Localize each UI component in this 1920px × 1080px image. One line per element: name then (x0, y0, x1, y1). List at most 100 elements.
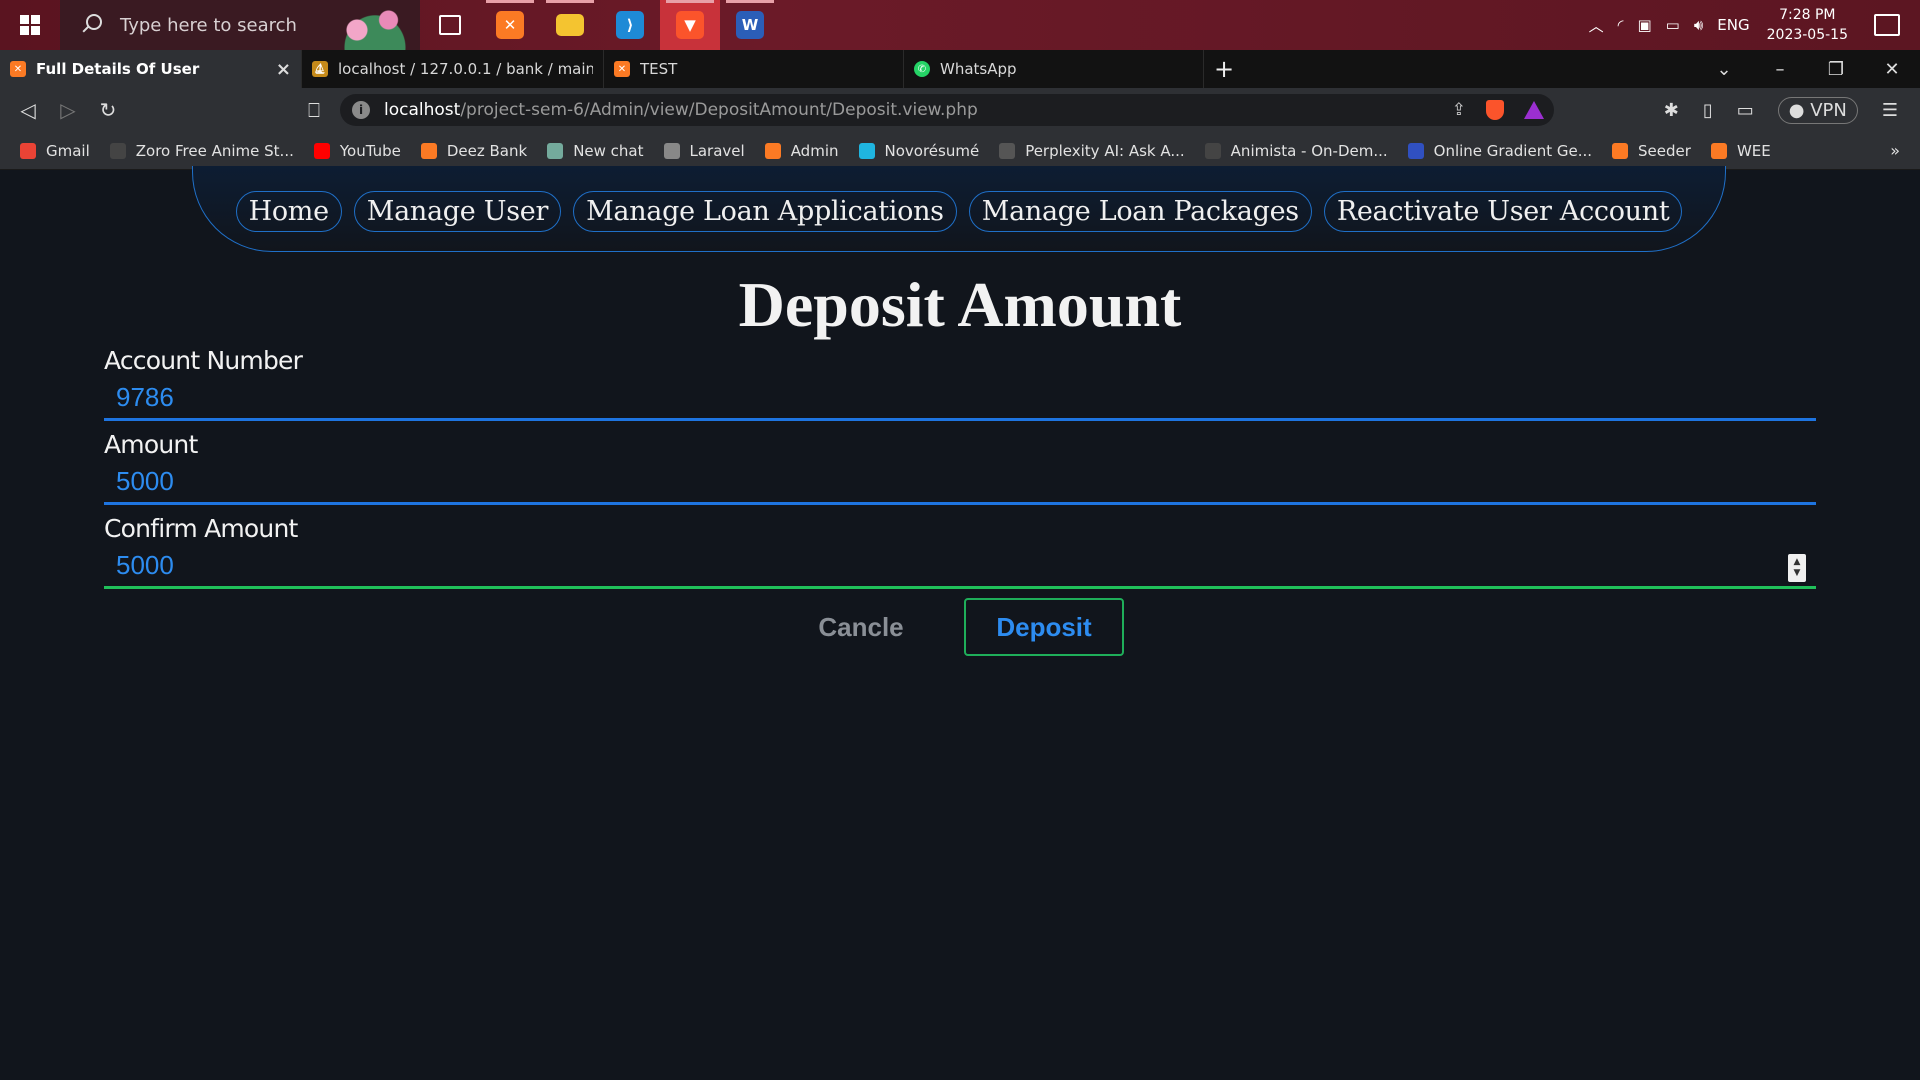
amount-label: Amount (104, 430, 198, 459)
forward-icon[interactable]: ▷ (48, 98, 88, 122)
tab-whatsapp[interactable]: ✆ WhatsApp (904, 50, 1204, 88)
close-icon[interactable]: × (276, 59, 291, 80)
tab-phpmyadmin[interactable]: ⛵︎ localhost / 127.0.0.1 / bank / main |… (302, 50, 604, 88)
whatsapp-icon: ✆ (914, 61, 930, 77)
bookmark-label: Seeder (1638, 141, 1691, 160)
search-icon (80, 14, 102, 36)
bookmark-item[interactable]: YouTube (313, 141, 401, 160)
back-icon[interactable]: ◁ (8, 98, 48, 122)
bookmark-item[interactable]: Animista - On-Dem... (1204, 141, 1388, 160)
bookmark-label: Admin (790, 141, 839, 160)
word-icon: W (736, 11, 764, 39)
amount-input[interactable] (104, 461, 1816, 505)
openai-icon (547, 142, 564, 159)
vpn-button[interactable]: ● VPN (1777, 96, 1858, 124)
page-content: Home Manage User Manage Loan Application… (0, 166, 1920, 1080)
nav-manage-loan-applications[interactable]: Manage Loan Applications (573, 191, 957, 232)
zoro-icon (109, 142, 126, 159)
bookmark-item[interactable]: Deez Bank (420, 141, 528, 160)
page-title: Deposit Amount (738, 269, 1182, 340)
volume-icon[interactable]: 🔊︎ (1694, 16, 1703, 34)
taskbar-search-box[interactable]: Type here to search (60, 0, 420, 50)
task-view-button[interactable] (420, 0, 480, 50)
folder-icon (556, 14, 584, 36)
nav-manage-loan-packages[interactable]: Manage Loan Packages (968, 191, 1312, 232)
bookmark-icon[interactable]: ⎕ (294, 98, 334, 122)
restore-icon[interactable]: ❐ (1808, 59, 1864, 80)
menu-icon[interactable]: ☰ (1882, 100, 1898, 121)
lotus-decoration-icon (330, 0, 420, 50)
meet-icon[interactable]: ▣ (1637, 16, 1651, 34)
url-host: localhost (384, 100, 461, 120)
deposit-button[interactable]: Deposit (964, 598, 1124, 656)
bookmark-label: Animista - On-Dem... (1230, 141, 1388, 160)
bookmark-item[interactable]: Admin (764, 141, 839, 160)
taskbar-brave[interactable]: ▼ (660, 0, 720, 50)
spinner-up-icon[interactable]: ▲ (1794, 557, 1801, 568)
clock[interactable]: 7:28 PM 2023-05-15 (1767, 5, 1848, 45)
tab-full-details[interactable]: ✕ Full Details Of User × (0, 50, 302, 88)
bookmark-item[interactable]: Gmail (20, 142, 90, 160)
taskbar-word[interactable]: W (720, 0, 780, 50)
bookmark-item[interactable]: Online Gradient Ge... (1407, 142, 1592, 160)
more-bookmarks-icon[interactable]: » (1890, 141, 1900, 160)
brave-shields-icon[interactable] (1486, 100, 1504, 120)
cancel-button[interactable]: Cancle (796, 598, 926, 656)
tab-label: Full Details Of User (36, 60, 200, 78)
account-number-input[interactable] (104, 377, 1816, 421)
xampp-icon (1612, 142, 1629, 159)
bookmark-label: New chat (573, 141, 644, 160)
battery-icon[interactable]: ▭ (1666, 16, 1680, 34)
bookmark-item[interactable]: Zoro Free Anime St... (109, 142, 294, 160)
wifi-icon[interactable]: ◜ (1618, 16, 1624, 34)
site-info-icon[interactable]: i (352, 101, 370, 119)
address-bar-row: ◁ ▷ ↻ ⎕ i localhost /project-sem-6/Admin… (0, 88, 1920, 132)
bookmark-label: Deez Bank (446, 141, 528, 160)
close-window-icon[interactable]: ✕ (1864, 59, 1920, 80)
taskbar-vscode[interactable]: ⟩ (600, 0, 660, 50)
bookmark-item[interactable]: Perplexity AI: Ask A... (999, 141, 1185, 160)
brave-rewards-icon[interactable] (1524, 101, 1544, 119)
gmail-icon (20, 142, 36, 159)
bookmark-item[interactable]: WEE (1710, 142, 1771, 160)
bookmark-item[interactable]: New chat (547, 141, 644, 160)
tab-label: localhost / 127.0.0.1 / bank / main | ph (338, 60, 593, 78)
bookmark-item[interactable]: Novorésumé (858, 141, 980, 160)
number-spinner[interactable]: ▲ ▼ (1788, 554, 1806, 582)
nav-manage-user[interactable]: Manage User (353, 191, 562, 232)
bookmark-label: Novorésumé (884, 141, 980, 160)
bookmark-item[interactable]: Seeder (1612, 142, 1691, 160)
taskbar-xampp[interactable]: ✕ (480, 0, 540, 50)
reload-icon[interactable]: ↻ (88, 98, 128, 122)
chevron-up-icon[interactable]: ︿ (1589, 15, 1604, 36)
brave-icon: ▼ (676, 11, 704, 39)
bookmark-item[interactable]: Laravel (663, 142, 745, 160)
bookmark-label: YouTube (339, 141, 401, 160)
tab-search-chevron-icon[interactable]: ⌄ (1696, 59, 1752, 80)
novoresume-icon (858, 142, 875, 159)
spinner-down-icon[interactable]: ▼ (1794, 568, 1801, 579)
share-icon[interactable]: ⇪ (1452, 100, 1466, 120)
new-tab-button[interactable]: + (1204, 55, 1244, 83)
extensions-icon[interactable]: ✱ (1664, 100, 1679, 121)
task-view-icon (439, 15, 461, 35)
confirm-amount-input[interactable] (104, 545, 1816, 589)
taskbar-file-explorer[interactable] (540, 0, 600, 50)
minimize-icon[interactable]: – (1752, 59, 1808, 80)
main-nav: Home Manage User Manage Loan Application… (192, 166, 1726, 252)
nav-reactivate-user-account[interactable]: Reactivate User Account (1323, 191, 1683, 232)
confirm-amount-label: Confirm Amount (104, 514, 298, 543)
nav-home[interactable]: Home (235, 191, 342, 232)
phpmyadmin-icon: ⛵︎ (312, 61, 328, 77)
xampp-icon (1710, 142, 1727, 159)
amount-field: Amount (104, 430, 1816, 505)
language-indicator[interactable]: ENG (1717, 16, 1749, 34)
tab-test[interactable]: ✕ TEST (604, 50, 904, 88)
sidebar-icon[interactable]: ▯ (1703, 100, 1713, 121)
start-button[interactable] (0, 0, 60, 50)
notification-icon[interactable] (1874, 14, 1900, 36)
url-field[interactable]: i localhost /project-sem-6/Admin/view/De… (340, 94, 1554, 126)
wallet-icon[interactable]: ▭ (1737, 100, 1754, 121)
bookmark-label: Perplexity AI: Ask A... (1025, 141, 1185, 160)
system-tray: ︿ ◜ ▣ ▭ 🔊︎ ENG 7:28 PM 2023-05-15 (1582, 0, 1920, 50)
